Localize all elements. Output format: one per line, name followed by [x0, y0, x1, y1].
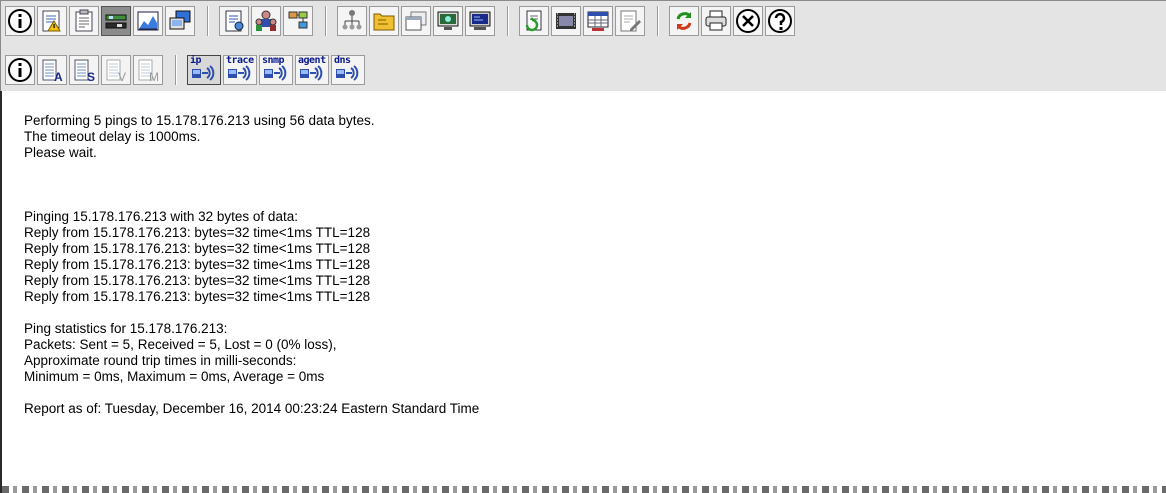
window-copy-button[interactable] [401, 6, 431, 36]
svg-text:A: A [54, 70, 63, 84]
help-button[interactable] [765, 6, 795, 36]
alert-report-icon [42, 10, 61, 32]
user-group-icon [255, 10, 277, 31]
reply-line: Reply from 15.178.176.213: bytes=32 time… [24, 257, 371, 272]
terminal-icon [469, 11, 491, 30]
refresh-icon [676, 12, 692, 30]
refresh-report-button[interactable] [519, 6, 549, 36]
reply-line: Reply from 15.178.176.213: bytes=32 time… [24, 273, 371, 288]
reply-line: Reply from 15.178.176.213: bytes=32 time… [24, 225, 371, 240]
screen-share-button[interactable] [165, 6, 195, 36]
agent-tool-button[interactable]: agent [295, 55, 329, 85]
svg-text:M: M [149, 70, 159, 84]
output-line: The timeout delay is 1000ms. [24, 129, 201, 144]
stats-line: Packets: Sent = 5, Received = 5, Lost = … [24, 337, 337, 352]
tools-pressed-button[interactable] [101, 6, 131, 36]
clipboard-icon [75, 9, 93, 32]
toolbar-separator [657, 6, 659, 36]
toolbar-separator [175, 55, 177, 85]
truncated-line-strip [2, 486, 1166, 493]
frame-border [0, 91, 2, 493]
database-table-icon [587, 11, 609, 31]
chart-icon [137, 11, 159, 31]
output-line: Please wait. [24, 145, 97, 160]
log-m-button[interactable]: M [133, 55, 163, 85]
toolbar-separator [207, 6, 209, 36]
monitor-icon [437, 11, 459, 30]
hierarchy-icon [342, 10, 362, 30]
reply-line: Reply from 15.178.176.213: bytes=32 time… [24, 241, 371, 256]
tools-pressed-icon [105, 14, 127, 29]
edit-document-icon [620, 10, 641, 32]
toolbar-separator [325, 6, 327, 36]
screen-share-icon [169, 10, 191, 30]
svg-text:V: V [118, 70, 126, 84]
trace-tool-icon [228, 65, 251, 81]
folder-tree-button[interactable] [369, 6, 399, 36]
document-report-button[interactable] [219, 6, 249, 36]
film-button[interactable] [551, 6, 581, 36]
log-s-button[interactable]: S [69, 55, 99, 85]
ip-tool-icon [192, 65, 215, 81]
close-icon [736, 9, 760, 33]
log-v-button[interactable]: V [101, 55, 131, 85]
trace-tool-button[interactable]: trace [223, 55, 257, 85]
reply-line: Reply from 15.178.176.213: bytes=32 time… [24, 289, 371, 304]
output-line: Performing 5 pings to 15.178.176.213 usi… [24, 113, 375, 128]
info-button[interactable] [5, 6, 35, 36]
log-a-icon: A [42, 59, 63, 84]
ping-output: Performing 5 pings to 15.178.176.213 usi… [24, 113, 1144, 417]
print-button[interactable] [701, 6, 731, 36]
network-map-button[interactable] [283, 6, 313, 36]
dns-tool-button[interactable]: dns [331, 55, 365, 85]
monitor-button[interactable] [433, 6, 463, 36]
output-line: Pinging 15.178.176.213 with 32 bytes of … [24, 209, 298, 224]
log-a-button[interactable]: A [37, 55, 67, 85]
print-icon [705, 10, 727, 31]
log-m-icon: M [138, 59, 159, 84]
film-icon [556, 13, 576, 29]
info-icon [8, 58, 32, 82]
alert-report-button[interactable] [37, 6, 67, 36]
toolbar-area: A S V Mip trace snmp agent dns [0, 0, 1166, 91]
hierarchy-button[interactable] [337, 6, 367, 36]
network-map-icon [288, 11, 308, 29]
info-button[interactable] [5, 55, 35, 85]
stats-line: Approximate round trip times in milli-se… [24, 353, 297, 368]
help-icon [768, 9, 792, 33]
chart-button[interactable] [133, 6, 163, 36]
report-timestamp: Report as of: Tuesday, December 16, 2014… [24, 401, 480, 416]
clipboard-button[interactable] [69, 6, 99, 36]
refresh-report-icon [525, 10, 542, 32]
close-button[interactable] [733, 6, 763, 36]
toolbar-row-main [5, 4, 797, 38]
log-v-icon: V [106, 59, 126, 84]
toolbar-row-tools: A S V Mip trace snmp agent dns [5, 53, 367, 87]
snmp-tool-icon [264, 65, 287, 81]
log-s-icon: S [74, 59, 95, 84]
database-table-button[interactable] [583, 6, 613, 36]
agent-tool-icon [300, 65, 323, 81]
window-copy-icon [405, 11, 427, 31]
stats-line: Minimum = 0ms, Maximum = 0ms, Average = … [24, 369, 325, 384]
terminal-button[interactable] [465, 6, 495, 36]
document-report-icon [225, 10, 244, 32]
snmp-tool-button[interactable]: snmp [259, 55, 293, 85]
user-group-button[interactable] [251, 6, 281, 36]
edit-document-button[interactable] [615, 6, 645, 36]
folder-tree-icon [373, 13, 395, 31]
stats-line: Ping statistics for 15.178.176.213: [24, 321, 228, 336]
info-icon [8, 9, 32, 33]
refresh-button[interactable] [669, 6, 699, 36]
dns-tool-icon [336, 65, 359, 81]
ip-tool-button[interactable]: ip [187, 55, 221, 85]
toolbar-separator [507, 6, 509, 36]
svg-text:S: S [87, 70, 95, 84]
